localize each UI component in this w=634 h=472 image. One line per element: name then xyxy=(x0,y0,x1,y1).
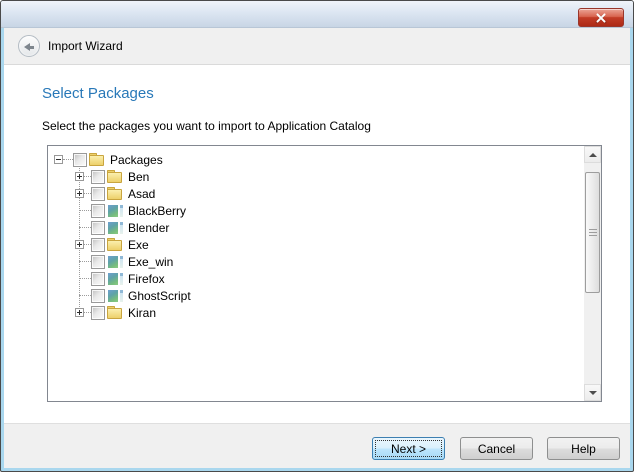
next-button[interactable]: Next > xyxy=(372,437,445,460)
tree-item-Blender[interactable]: Blender xyxy=(79,219,584,236)
tree-item-label[interactable]: Firefox xyxy=(128,272,165,286)
checkbox-Ben[interactable] xyxy=(91,170,105,184)
instruction-text: Select the packages you want to import t… xyxy=(42,119,371,133)
tree-item-Exe_win[interactable]: Exe_win xyxy=(79,253,584,270)
scroll-up-button[interactable] xyxy=(584,146,601,163)
tree-item-label[interactable]: Ben xyxy=(128,170,149,184)
checkbox-BlackBerry[interactable] xyxy=(91,204,105,218)
package-icon xyxy=(107,255,123,269)
checkbox-Blender[interactable] xyxy=(91,221,105,235)
help-button[interactable]: Help xyxy=(547,437,620,460)
tree-item-Exe[interactable]: Exe xyxy=(75,236,584,253)
tree-item-Ben[interactable]: Ben xyxy=(75,168,584,185)
scroll-down-button[interactable] xyxy=(584,384,601,401)
tree-items: Packages Ben Asad BlackBerry Blender Exe Exe_w… xyxy=(48,146,584,401)
tree-connector xyxy=(63,159,73,160)
expand-toggle-icon[interactable] xyxy=(75,172,84,181)
tree-item-label[interactable]: BlackBerry xyxy=(128,204,186,218)
tree-item-Kiran[interactable]: Kiran xyxy=(75,304,584,321)
expand-toggle-icon[interactable] xyxy=(75,189,84,198)
tree-connector xyxy=(84,193,91,194)
tree-connector xyxy=(79,295,91,296)
collapse-toggle-icon[interactable] xyxy=(54,155,63,164)
folder-icon xyxy=(89,153,105,167)
folder-icon xyxy=(107,170,123,184)
package-icon xyxy=(107,289,123,303)
tree-item-GhostScript[interactable]: GhostScript xyxy=(79,287,584,304)
package-icon xyxy=(107,272,123,286)
tree-connector xyxy=(84,312,91,313)
packages-tree-panel: Packages Ben Asad BlackBerry Blender Exe Exe_w… xyxy=(47,145,602,402)
checkbox-Kiran[interactable] xyxy=(91,306,105,320)
tree-item-label[interactable]: Exe xyxy=(128,238,149,252)
checkbox-Exe_win[interactable] xyxy=(91,255,105,269)
tree-item-label[interactable]: Asad xyxy=(128,187,155,201)
tree-item-Asad[interactable]: Asad xyxy=(75,185,584,202)
checkbox-Asad[interactable] xyxy=(91,187,105,201)
tree-item-label[interactable]: GhostScript xyxy=(128,289,191,303)
close-button[interactable] xyxy=(578,8,624,27)
expand-toggle-icon[interactable] xyxy=(75,308,84,317)
tree-item-Packages[interactable]: Packages xyxy=(54,151,584,168)
tree-connector xyxy=(79,278,91,279)
titlebar[interactable] xyxy=(1,1,633,28)
close-icon xyxy=(596,13,606,23)
checkbox-Packages[interactable] xyxy=(73,153,87,167)
tree-connector xyxy=(79,210,91,211)
cancel-button[interactable]: Cancel xyxy=(460,437,533,460)
client-area: Import Wizard Select Packages Select the… xyxy=(4,28,630,468)
package-icon xyxy=(107,221,123,235)
checkbox-Exe[interactable] xyxy=(91,238,105,252)
tree-item-label[interactable]: Packages xyxy=(110,153,163,167)
footer-bar: Next > Cancel Help xyxy=(4,423,630,468)
folder-icon xyxy=(107,238,123,252)
expand-toggle-icon[interactable] xyxy=(75,240,84,249)
tree-connector xyxy=(84,244,91,245)
scrollbar-grip-icon xyxy=(589,229,597,237)
folder-icon xyxy=(107,306,123,320)
tree-item-label[interactable]: Kiran xyxy=(128,306,156,320)
back-button[interactable] xyxy=(18,35,40,57)
tree-connector xyxy=(84,176,91,177)
import-wizard-window: Import Wizard Select Packages Select the… xyxy=(0,0,634,472)
package-icon xyxy=(107,204,123,218)
tree-item-label[interactable]: Exe_win xyxy=(128,255,173,269)
vertical-scrollbar[interactable] xyxy=(584,146,601,401)
wizard-header: Import Wizard xyxy=(4,28,630,65)
page-title: Select Packages xyxy=(42,85,154,102)
folder-icon xyxy=(107,187,123,201)
tree-connector xyxy=(79,227,91,228)
checkbox-GhostScript[interactable] xyxy=(91,289,105,303)
arrow-down-icon xyxy=(589,391,597,395)
tree-item-label[interactable]: Blender xyxy=(128,221,169,235)
wizard-title: Import Wizard xyxy=(48,39,123,53)
tree-connector xyxy=(79,261,91,262)
arrow-up-icon xyxy=(589,153,597,157)
tree-item-BlackBerry[interactable]: BlackBerry xyxy=(79,202,584,219)
checkbox-Firefox[interactable] xyxy=(91,272,105,286)
scrollbar-thumb[interactable] xyxy=(585,172,600,293)
tree-item-Firefox[interactable]: Firefox xyxy=(79,270,584,287)
